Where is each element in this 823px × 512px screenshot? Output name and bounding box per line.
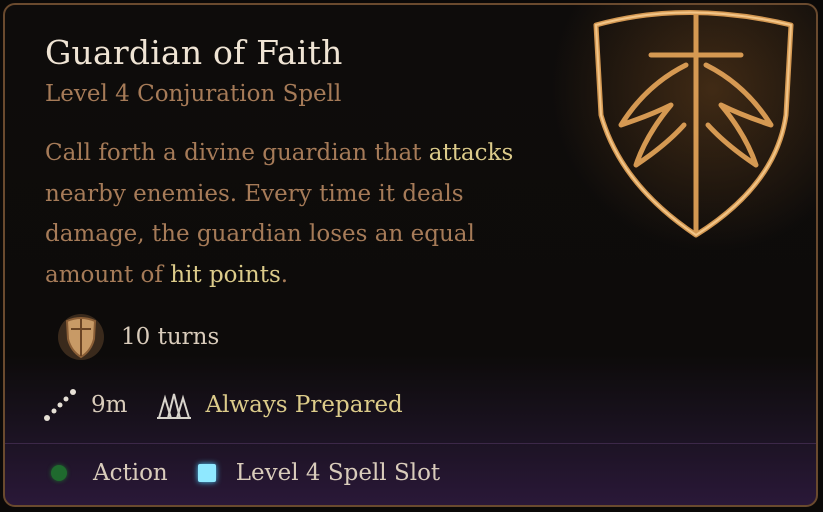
spell-slot-icon — [197, 464, 216, 482]
description-text: . — [280, 261, 289, 288]
action-dot-icon — [51, 465, 67, 481]
duration-label: 10 turns — [121, 324, 220, 350]
duration-row: 10 turns — [57, 311, 219, 363]
always-prepared-icon — [157, 393, 192, 419]
spell-slot-label: Level 4 Spell Slot — [235, 460, 441, 486]
action-cost-label: Action — [93, 460, 168, 486]
spell-tooltip: Guardian of Faith Level 4 Conjuration Sp… — [3, 3, 818, 507]
keyword-attacks[interactable]: attacks — [429, 140, 514, 166]
cost-divider — [5, 443, 816, 444]
shield-sword-wings-icon — [593, 10, 794, 238]
range-label: 9m — [91, 392, 128, 418]
spell-level-school: Level 4 Conjuration Spell — [45, 81, 342, 107]
cost-row: Action Level 4 Spell Slot — [51, 460, 440, 486]
description-text: Call forth a divine guardian that — [45, 140, 429, 166]
keyword-hit-points[interactable]: hit points — [170, 262, 281, 288]
range-dots-icon — [44, 389, 76, 421]
preparation-label: Always Prepared — [205, 392, 403, 418]
spell-title: Guardian of Faith — [45, 33, 343, 72]
range-prep-row: 9m Always Prepared — [43, 388, 403, 422]
spell-description: Call forth a divine guardian that attack… — [45, 133, 565, 295]
shield-turns-icon — [58, 314, 104, 360]
